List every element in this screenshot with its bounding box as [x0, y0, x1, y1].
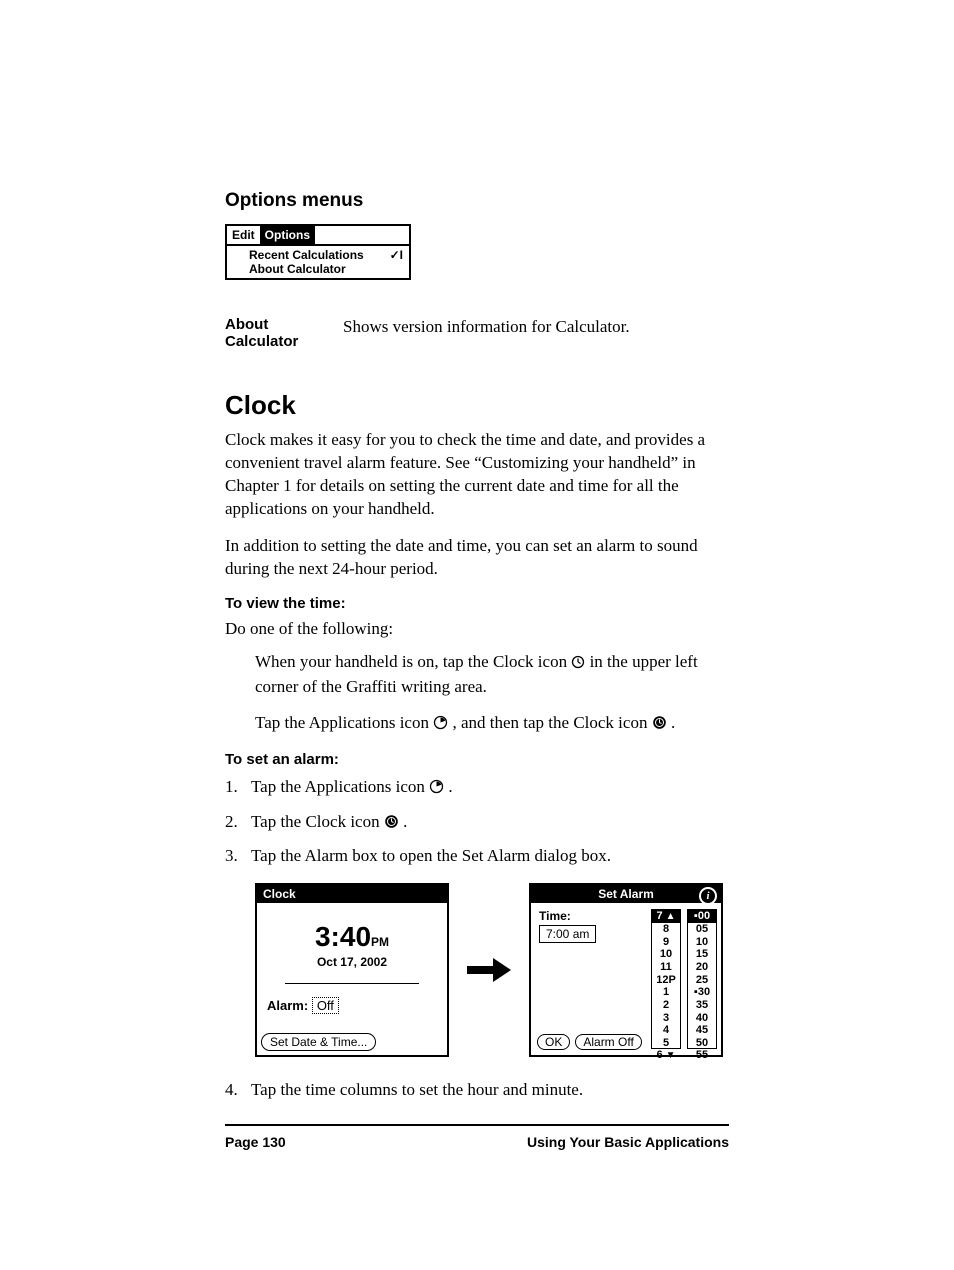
heading-options-menus: Options menus	[225, 190, 729, 212]
alarm-shot-hours-column: 7 ▲ 8 9 10 11 12P 1 2 3 4 5 6 ▼	[651, 909, 681, 1049]
text-fragment: When your handheld is on, tap the Clock …	[255, 652, 571, 671]
hour-cell: 6	[656, 1049, 662, 1061]
hour-cell: 4	[652, 1024, 680, 1037]
text-fragment: .	[448, 777, 452, 796]
view-time-bullet-1: When your handheld is on, tap the Clock …	[255, 651, 729, 699]
hour-cell: 2	[652, 999, 680, 1012]
text-fragment: Tap the Alarm box to open the Set Alarm …	[251, 846, 611, 865]
minute-cell: 55	[688, 1049, 716, 1062]
hour-cell: 7	[656, 910, 662, 922]
alarm-shot-alarmoff-button: Alarm Off	[575, 1034, 641, 1050]
hour-cell: 3	[652, 1012, 680, 1025]
options-menu-figure: Edit Options Recent Calculations ✓I Abou…	[225, 224, 411, 280]
text-fragment: Tap the Clock icon	[251, 812, 384, 831]
footer-page: Page 130	[225, 1134, 286, 1150]
clock-shot-setdatetime-button: Set Date & Time...	[261, 1033, 376, 1051]
hour-cell: 12P	[652, 974, 680, 987]
hour-cell: 8	[652, 923, 680, 936]
hour-cell: 1	[652, 986, 680, 999]
applications-icon	[433, 714, 448, 737]
clock-small-icon	[571, 653, 585, 676]
clock-shot-alarm-value: Off	[312, 997, 339, 1014]
heading-clock: Clock	[225, 390, 729, 421]
minute-cell: 25	[688, 974, 716, 987]
text-fragment: Tap the Applications icon	[251, 777, 429, 796]
alarm-shot-minutes-column: ▪00 05 10 15 20 25 ▪30 35 40 45 50 55	[687, 909, 717, 1049]
setalarm-screenshot: Set Alarm i Time: 7:00 am OK Alarm Off 7…	[529, 883, 723, 1057]
hour-cell: 11	[652, 961, 680, 974]
text-fragment: .	[671, 713, 675, 732]
text-fragment: Tap the time columns to set the hour and…	[251, 1080, 583, 1099]
clock-shot-date: Oct 17, 2002	[257, 955, 447, 969]
step-2: 2. Tap the Clock icon .	[225, 809, 729, 837]
step-4: 4. Tap the time columns to set the hour …	[225, 1077, 729, 1103]
view-time-bullet-2: Tap the Applications icon , and then tap…	[255, 712, 729, 737]
minute-cell: 40	[688, 1012, 716, 1025]
menu-item-about-label: About Calculator	[249, 262, 346, 276]
clock-shot-alarm-label: Alarm:	[267, 998, 308, 1013]
subhead-set-alarm: To set an alarm:	[225, 751, 729, 768]
text-fragment: Tap the Applications icon	[255, 713, 433, 732]
text-fragment: .	[403, 812, 407, 831]
minute-cell: 15	[688, 948, 716, 961]
minute-cell: 50	[688, 1037, 716, 1050]
figure-clock-setalarm: Clock 3:40PM Oct 17, 2002 Alarm: Off Set…	[255, 883, 729, 1057]
footer-chapter: Using Your Basic Applications	[527, 1134, 729, 1150]
minute-cell: 10	[688, 936, 716, 949]
clock-shot-ampm: PM	[371, 935, 389, 949]
alarm-shot-ok-button: OK	[537, 1034, 570, 1050]
step-3: 3. Tap the Alarm box to open the Set Ala…	[225, 843, 729, 869]
hour-cell: 5	[652, 1037, 680, 1050]
text-fragment: , and then tap the Clock icon	[452, 713, 651, 732]
about-calculator-label: About Calculator	[225, 316, 325, 350]
alarm-shot-title: Set Alarm	[598, 887, 654, 901]
clock-intro-1: Clock makes it easy for you to check the…	[225, 429, 729, 521]
minute-cell: 05	[688, 923, 716, 936]
clock-shot-title: Clock	[263, 887, 296, 901]
hour-cell: 9	[652, 936, 680, 949]
minute-cell: 20	[688, 961, 716, 974]
clock-screenshot: Clock 3:40PM Oct 17, 2002 Alarm: Off Set…	[255, 883, 449, 1057]
menu-tab-options: Options	[260, 226, 315, 244]
step-1: 1. Tap the Applications icon .	[225, 774, 729, 802]
menu-item-recent: Recent Calculations ✓I	[249, 248, 409, 262]
menu-item-recent-shortcut: ✓I	[390, 248, 403, 262]
alarm-shot-time-value: 7:00 am	[539, 925, 596, 943]
clock-intro-2: In addition to setting the date and time…	[225, 535, 729, 581]
hour-cell: 10	[652, 948, 680, 961]
minute-cell: 35	[688, 999, 716, 1012]
minute-cell: 45	[688, 1024, 716, 1037]
menu-item-recent-label: Recent Calculations	[249, 248, 364, 262]
minute-cell: 30	[698, 986, 710, 998]
menu-item-about: About Calculator	[249, 262, 409, 276]
clock-app-icon	[384, 811, 399, 837]
applications-icon	[429, 776, 444, 802]
about-calculator-desc: Shows version information for Calculator…	[343, 316, 729, 339]
minute-cell: 00	[698, 910, 710, 922]
arrow-icon	[467, 956, 511, 984]
do-one-of: Do one of the following:	[225, 618, 729, 641]
subhead-view-time: To view the time:	[225, 595, 729, 612]
clock-app-icon	[652, 714, 667, 737]
menu-tab-edit: Edit	[227, 226, 260, 244]
clock-shot-time: 3:40	[315, 921, 371, 952]
alarm-shot-time-label: Time:	[539, 909, 645, 923]
